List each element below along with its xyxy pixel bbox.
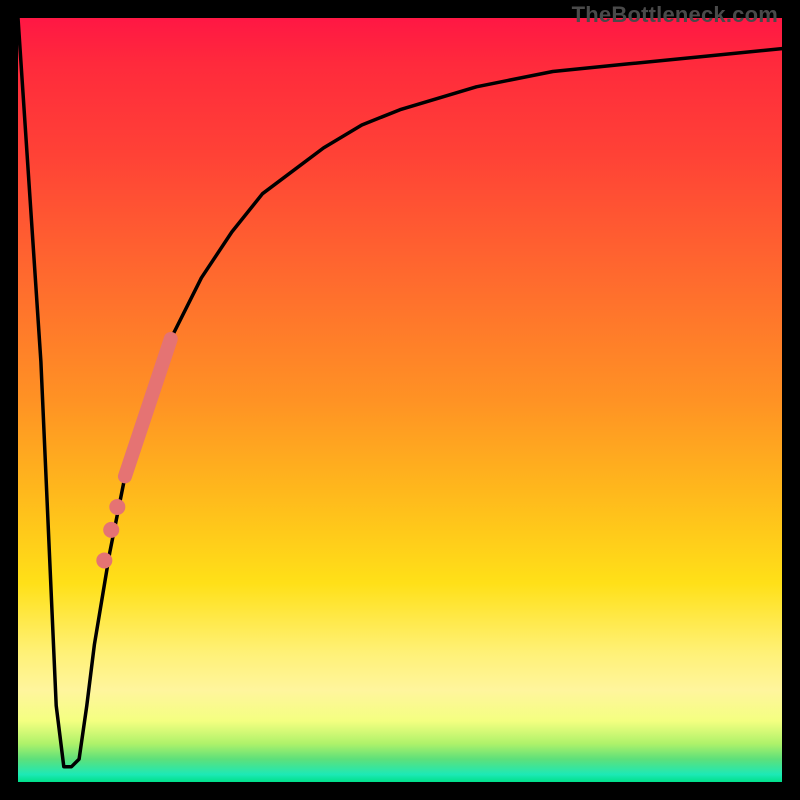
bottleneck-curve (18, 18, 782, 767)
chart-svg (18, 18, 782, 782)
marker-segment (125, 339, 171, 477)
marker-dot (103, 522, 119, 538)
marker-dots (96, 499, 125, 568)
chart-frame: TheBottleneck.com (0, 0, 800, 800)
chart-plot-area (18, 18, 782, 782)
marker-dot (109, 499, 125, 515)
marker-dot (96, 552, 112, 568)
watermark-text: TheBottleneck.com (572, 2, 778, 28)
